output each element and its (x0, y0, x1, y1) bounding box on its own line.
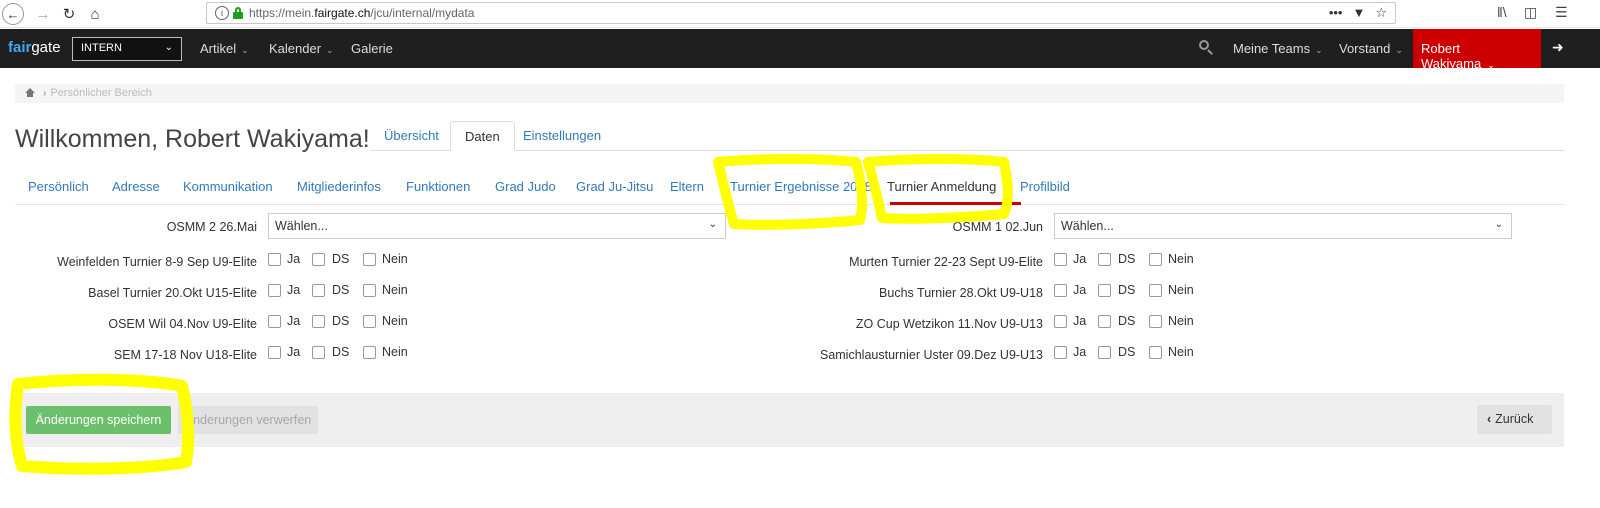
checkbox-nein[interactable] (363, 315, 376, 328)
row-label: Weinfelden Turnier 8-9 Sep U9-Elite (57, 255, 257, 269)
subtab-adresse[interactable]: Adresse (112, 179, 160, 194)
chevron-down-icon: ⌄ (241, 45, 249, 55)
chevron-right-icon: › (43, 88, 47, 99)
sub-tabs: Persönlich Adresse Kommunikation Mitglie… (15, 172, 1564, 205)
checkbox-ja[interactable] (268, 284, 281, 297)
checkbox-ds[interactable] (312, 346, 325, 359)
checkbox-ds[interactable] (1098, 346, 1111, 359)
checkbox-ds[interactable] (1098, 284, 1111, 297)
nav-vorstand[interactable]: Vorstand ⌄ (1339, 41, 1403, 56)
checkbox-nein[interactable] (1149, 253, 1162, 266)
subtab-grad-judo[interactable]: Grad Judo (495, 179, 556, 194)
row-label: OSEM Wil 04.Nov U9-Elite (108, 317, 257, 331)
top-navigation: fairgate INTERN ⌄ Artikel ⌄ Kalender ⌄ Gal… (0, 29, 1600, 71)
org-select[interactable]: INTERN ⌄ (72, 37, 182, 61)
subtab-persoenlich[interactable]: Persönlich (28, 179, 89, 194)
back-arrow-icon[interactable]: ← (2, 3, 24, 25)
checkbox-ds[interactable] (312, 315, 325, 328)
active-tab-underline (890, 202, 1021, 205)
breadcrumb-current: Persönlicher Bereich (50, 87, 152, 99)
search-icon[interactable] (1199, 40, 1213, 55)
subtab-turnier-ergebnisse-2018[interactable]: Turnier Ergebnisse 2018 (730, 179, 872, 194)
subtab-eltern[interactable]: Eltern (670, 179, 704, 194)
row-label: Basel Turnier 20.Okt U15-Elite (88, 286, 257, 300)
select-osmm2[interactable]: Wählen... ⌄ (268, 213, 726, 239)
nav-kalender[interactable]: Kalender ⌄ (269, 41, 334, 56)
row-label: Samichlausturnier Uster 09.Dez U9-U13 (819, 348, 1043, 362)
subtab-kommunikation[interactable]: Kommunikation (183, 179, 273, 194)
checkbox-ds[interactable] (1098, 253, 1111, 266)
tab-daten[interactable]: Daten (450, 121, 515, 151)
tab-einstellungen[interactable]: Einstellungen (509, 121, 615, 151)
subtab-grad-ju-jitsu[interactable]: Grad Ju-Jitsu (576, 179, 653, 194)
menu-icon[interactable]: ☰ (1555, 4, 1568, 21)
nav-galerie[interactable]: Galerie (351, 41, 393, 56)
checkbox-ds[interactable] (1098, 315, 1111, 328)
info-icon[interactable]: i (215, 6, 229, 20)
checkbox-nein[interactable] (1149, 284, 1162, 297)
chevron-down-icon: ⌄ (1494, 219, 1503, 230)
checkbox-nein[interactable] (363, 284, 376, 297)
checkbox-ja[interactable] (1054, 315, 1067, 328)
chevron-down-icon: ⌄ (708, 219, 717, 230)
address-bar[interactable]: i https://mein.fairgate.ch/jcu/internal/… (206, 2, 1396, 24)
checkbox-nein[interactable] (363, 346, 376, 359)
checkbox-ja[interactable] (268, 315, 281, 328)
select-label-osmm2: OSMM 2 26.Mai (166, 220, 257, 234)
back-button[interactable]: ‹ Zurück (1477, 405, 1552, 434)
pocket-icon[interactable]: ▼ (1352, 5, 1365, 21)
subtab-profilbild[interactable]: Profilbild (1020, 179, 1070, 194)
checkbox-ja[interactable] (1054, 284, 1067, 297)
checkbox-ja[interactable] (1054, 346, 1067, 359)
chevron-down-icon: ⌄ (1315, 45, 1323, 55)
subtab-funktionen[interactable]: Funktionen (406, 179, 470, 194)
breadcrumb: › Persönlicher Bereich (15, 84, 1564, 103)
checkbox-nein[interactable] (1149, 315, 1162, 328)
user-menu[interactable]: Robert Wakiyama ⌄ (1413, 29, 1541, 71)
subtab-turnier-anmeldung[interactable]: Turnier Anmeldung (887, 179, 996, 194)
checkbox-ds[interactable] (312, 253, 325, 266)
logout-icon[interactable]: ➜ (1552, 39, 1564, 56)
tab-uebersicht[interactable]: Übersicht (370, 121, 453, 151)
page-title: Willkommen, Robert Wakiyama! (15, 125, 370, 153)
row-label: ZO Cup Wetzikon 11.Nov U9-U13 (855, 317, 1043, 331)
more-icon[interactable]: ••• (1329, 5, 1343, 21)
row-label: SEM 17-18 Nov U18-Elite (113, 348, 257, 362)
forward-arrow-icon[interactable]: → (32, 3, 54, 25)
checkbox-ja[interactable] (1054, 253, 1067, 266)
chevron-down-icon: ⌄ (326, 45, 334, 55)
row-label: Buchs Turnier 28.Okt U9-U18 (879, 286, 1043, 300)
reload-icon[interactable]: ↻ (58, 3, 80, 25)
main-tabs: Übersicht Daten Einstellungen (370, 121, 1564, 151)
fairgate-logo[interactable]: fairgate (8, 39, 61, 56)
checkbox-nein[interactable] (1149, 346, 1162, 359)
nav-artikel[interactable]: Artikel ⌄ (200, 41, 249, 56)
chevron-down-icon: ⌄ (164, 42, 173, 53)
checkbox-ja[interactable] (268, 346, 281, 359)
lock-icon (233, 7, 243, 19)
nav-meine-teams[interactable]: Meine Teams ⌄ (1233, 41, 1323, 56)
bookmark-star-icon[interactable]: ☆ (1375, 5, 1387, 21)
browser-toolbar: ← → ↻ ⌂ i https://mein.fairgate.ch/jcu/i… (0, 0, 1600, 28)
chevron-down-icon: ⌄ (1395, 45, 1403, 55)
subtab-mitgliederinfos[interactable]: Mitgliederinfos (297, 179, 381, 194)
chevron-down-icon: ⌄ (1487, 60, 1495, 70)
url-text[interactable]: https://mein.fairgate.ch/jcu/internal/my… (249, 6, 474, 20)
home-icon[interactable]: ⌂ (84, 3, 106, 25)
row-label: Murten Turnier 22-23 Sept U9-Elite (849, 255, 1043, 269)
sidebar-icon[interactable]: ◫ (1524, 4, 1537, 21)
select-osmm1[interactable]: Wählen... ⌄ (1054, 213, 1512, 239)
checkbox-ds[interactable] (312, 284, 325, 297)
chevron-left-icon: ‹ (1487, 412, 1492, 426)
save-button[interactable]: Änderungen speichern (26, 406, 171, 434)
checkbox-ja[interactable] (268, 253, 281, 266)
library-icon[interactable]: ‖\ (1497, 4, 1507, 20)
discard-button[interactable]: Änderungen verwerfen (178, 406, 318, 434)
home-icon[interactable] (25, 88, 35, 97)
select-label-osmm1: OSMM 1 02.Jun (952, 220, 1043, 234)
checkbox-nein[interactable] (363, 253, 376, 266)
